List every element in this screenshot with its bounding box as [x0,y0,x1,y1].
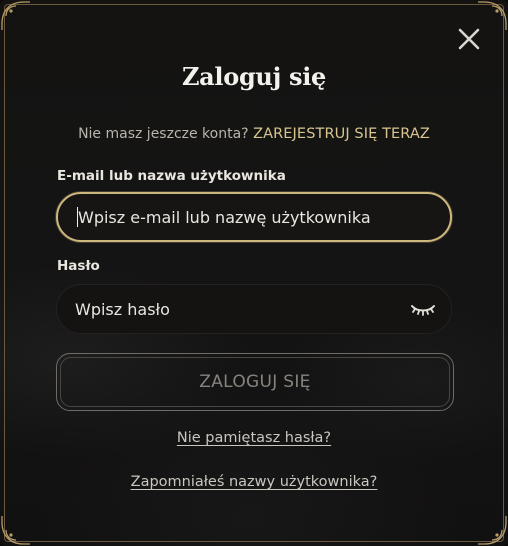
ornament-icon [0,512,34,546]
signup-prompt: Nie masz jeszcze konta? [78,126,249,142]
close-button[interactable] [456,26,482,52]
password-field-wrapper [56,284,452,334]
close-icon [458,28,480,50]
username-field-wrapper [56,192,452,242]
ornament-icon [474,512,508,546]
login-modal: Zaloguj się Nie masz jeszcze konta? ZARE… [0,0,508,546]
login-button[interactable]: ZALOGUJ SIĘ [56,353,454,411]
ornament-icon [0,0,34,34]
username-label: E-mail lub nazwa użytkownika [57,168,286,184]
username-input[interactable] [78,194,398,240]
forgot-username-link[interactable]: Zapomniałeś nazwy użytkownika? [0,474,508,490]
password-input[interactable] [75,285,395,333]
forgot-password-link[interactable]: Nie pamiętasz hasła? [0,430,508,446]
login-button-label: ZALOGUJ SIĘ [199,372,311,392]
signup-link[interactable]: ZAREJESTRUJ SIĘ TERAZ [253,126,430,142]
password-visibility-toggle[interactable] [409,299,437,319]
password-label: Hasło [57,258,100,274]
eye-closed-icon [411,305,435,316]
modal-title: Zaloguj się [181,62,327,91]
signup-prompt-row: Nie masz jeszcze konta? ZAREJESTRUJ SIĘ … [0,126,508,142]
